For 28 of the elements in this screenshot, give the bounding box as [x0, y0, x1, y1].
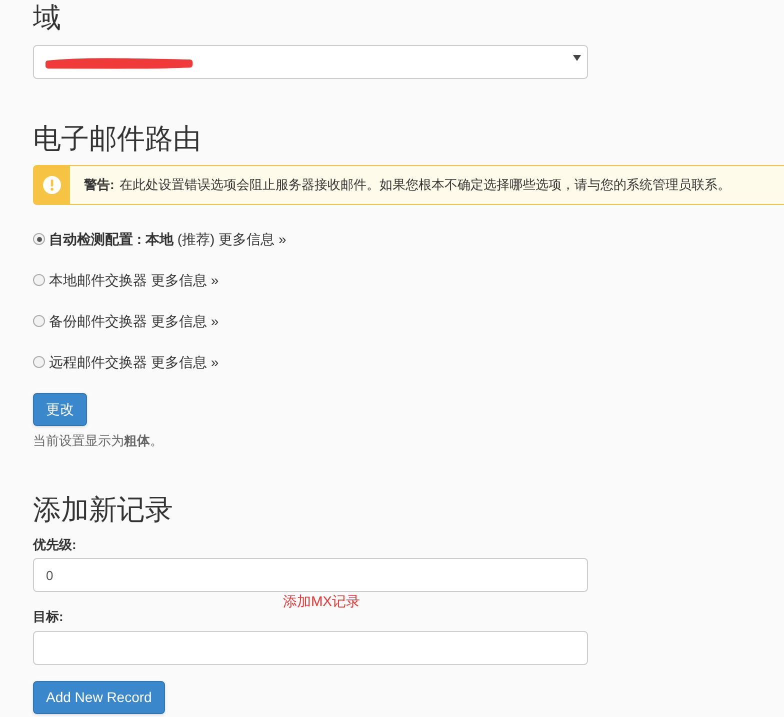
priority-field[interactable]: 0 [33, 558, 588, 592]
field-label: 目标: [33, 608, 64, 626]
domain-select[interactable] [33, 45, 588, 79]
note-text: 当前设置显示为粗体。 [33, 432, 164, 450]
exclamation-icon [43, 176, 61, 194]
radio-button[interactable] [33, 233, 45, 245]
field-label: 优先级: [33, 536, 76, 554]
more-info-link[interactable]: 更多信息 » [151, 270, 219, 290]
change-button[interactable]: 更改 [33, 393, 87, 426]
option-label: 远程邮件交换器 [49, 352, 147, 372]
warning-text: 在此处设置错误选项会阻止服务器接收邮件。如果您根本不确定选择哪些选项，请与您的系统管理员联系。 [118, 176, 730, 194]
section-heading: 电子邮件路由 [33, 121, 202, 157]
more-info-link[interactable]: 更多信息 » [151, 310, 219, 332]
option-label: 本地邮件交换器 [49, 270, 147, 290]
add-record-button[interactable]: Add New Record [33, 680, 165, 714]
more-info-link[interactable]: 更多信息 » [218, 228, 286, 250]
annotation-text: 添加MX记录 [283, 592, 360, 611]
caret-icon [573, 55, 581, 61]
warning-label: 警告: [83, 176, 114, 194]
radio-button[interactable] [33, 356, 45, 368]
more-info-link[interactable]: 更多信息 » [151, 352, 219, 372]
radio-button[interactable] [33, 274, 45, 286]
section-heading: 添加新记录 [33, 492, 174, 528]
radio-button[interactable] [33, 315, 45, 327]
target-field[interactable] [33, 630, 588, 664]
option-label: 自动检测配置 : 本地 (推荐) [49, 230, 215, 249]
section-heading: 域 [33, 0, 62, 36]
option-label: 备份邮件交换器 [49, 312, 147, 330]
